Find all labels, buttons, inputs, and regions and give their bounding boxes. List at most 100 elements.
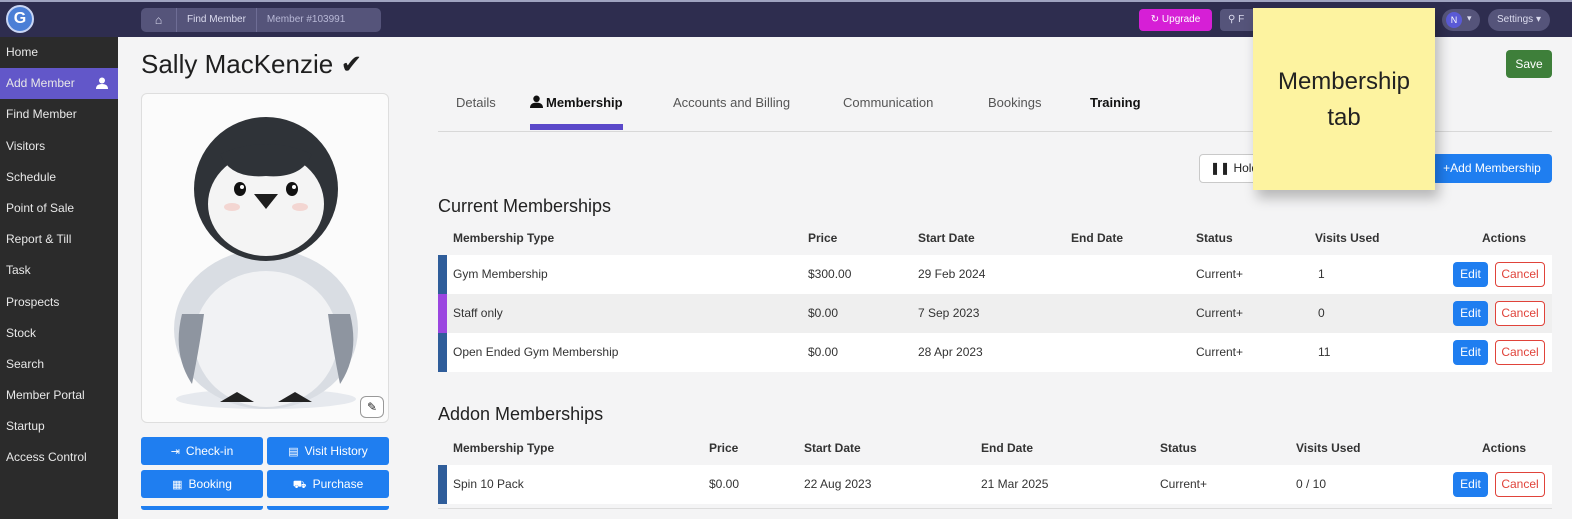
- refresh-icon: ↻: [1150, 14, 1160, 25]
- sidebar-item-task[interactable]: Task: [0, 255, 118, 286]
- home-icon[interactable]: ⌂: [141, 8, 177, 32]
- more-actions-strip[interactable]: [141, 506, 263, 510]
- edit-photo-button[interactable]: ✎: [360, 396, 384, 418]
- addon-memberships-header: Membership Type Price Start Date End Dat…: [438, 433, 1552, 465]
- sidebar-item-access-control[interactable]: Access Control: [0, 442, 118, 473]
- membership-price: $300.00: [808, 267, 852, 281]
- column-header: Membership Type: [453, 441, 555, 455]
- add-membership-button[interactable]: +Add Membership: [1432, 154, 1552, 183]
- sidebar-item-stock[interactable]: Stock: [0, 318, 118, 349]
- cancel-button[interactable]: Cancel: [1495, 472, 1545, 497]
- table-row: Gym Membership $300.00 29 Feb 2024 Curre…: [438, 255, 1552, 294]
- membership-status: Current+: [1160, 477, 1208, 491]
- column-header: Visits Used: [1315, 231, 1380, 245]
- chevron-down-icon: ▾: [1467, 13, 1472, 23]
- more-actions-strip[interactable]: [267, 506, 389, 510]
- purchase-label: Purchase: [312, 477, 364, 491]
- sidebar-item-home[interactable]: Home: [0, 37, 118, 68]
- cancel-button[interactable]: Cancel: [1495, 262, 1545, 287]
- membership-type: Gym Membership: [453, 267, 548, 281]
- tab-accounts-billing[interactable]: Accounts and Billing: [673, 95, 790, 110]
- sidebar: Home Add Member Find Member Visitors Sch…: [0, 37, 118, 519]
- settings-menu[interactable]: Settings ▾: [1488, 9, 1550, 31]
- current-memberships-title: Current Memberships: [438, 196, 612, 216]
- user-menu[interactable]: N ▾: [1442, 9, 1480, 31]
- table-row: Staff only $0.00 7 Sep 2023 Current+ 0 E…: [438, 294, 1552, 333]
- chevron-down-icon: ▾: [1535, 14, 1541, 25]
- column-header: Status: [1160, 441, 1197, 455]
- sidebar-item-schedule[interactable]: Schedule: [0, 162, 118, 193]
- sidebar-item-label: Add Member: [6, 76, 75, 91]
- membership-status: Current+: [1196, 306, 1244, 320]
- column-header: End Date: [981, 441, 1034, 455]
- column-header: Start Date: [804, 441, 861, 455]
- membership-status: Current+: [1196, 267, 1244, 281]
- cancel-button[interactable]: Cancel: [1495, 340, 1545, 365]
- pencil-icon: ✎: [366, 400, 378, 414]
- settings-label: Settings: [1497, 14, 1534, 25]
- row-color-stripe: [438, 465, 447, 504]
- member-name: Sally MacKenzie: [141, 49, 334, 79]
- sidebar-item-add-member[interactable]: Add Member: [0, 68, 118, 100]
- table-row: Spin 10 Pack $0.00 22 Aug 2023 21 Mar 20…: [438, 465, 1552, 504]
- column-header: Price: [709, 441, 739, 455]
- search-button[interactable]: ⚲ F: [1220, 9, 1256, 31]
- edit-button[interactable]: Edit: [1453, 301, 1488, 326]
- avatar: N: [1446, 12, 1462, 28]
- breadcrumb-find-member[interactable]: Find Member: [177, 8, 257, 32]
- edit-button[interactable]: Edit: [1453, 340, 1488, 365]
- pause-icon: ❚❚: [1210, 161, 1231, 175]
- membership-visits-used: 11: [1318, 345, 1331, 359]
- check-icon: ✔: [340, 49, 363, 79]
- user-icon: [530, 95, 543, 108]
- membership-visits-used: 0 / 10: [1296, 477, 1327, 491]
- sidebar-item-search[interactable]: Search: [0, 349, 118, 380]
- purchase-button[interactable]: ⛟ Purchase: [267, 470, 389, 498]
- checkin-button[interactable]: ⇥ Check-in: [141, 437, 263, 465]
- membership-price: $0.00: [808, 345, 839, 359]
- active-tab-indicator: [530, 124, 623, 130]
- divider: [438, 508, 1552, 509]
- tab-training[interactable]: Training: [1090, 95, 1141, 110]
- user-icon: [96, 77, 108, 90]
- breadcrumb: ⌂ Find Member Member #103991: [141, 8, 381, 32]
- sidebar-item-find-member[interactable]: Find Member: [0, 99, 118, 130]
- add-membership-label: Add Membership: [1450, 161, 1541, 175]
- member-photo: [141, 93, 389, 423]
- column-header: Visits Used: [1296, 441, 1361, 455]
- sidebar-item-point-of-sale[interactable]: Point of Sale: [0, 193, 118, 224]
- membership-visits-used: 0: [1318, 306, 1325, 320]
- membership-start-date: 29 Feb 2024: [918, 267, 986, 281]
- booking-button[interactable]: ▦ Booking: [141, 470, 263, 498]
- penguin-illustration: [174, 117, 358, 409]
- visit-history-button[interactable]: ▤ Visit History: [267, 437, 389, 465]
- sidebar-item-prospects[interactable]: Prospects: [0, 287, 118, 318]
- tab-bookings[interactable]: Bookings: [988, 95, 1041, 110]
- membership-price: $0.00: [709, 477, 740, 491]
- sidebar-item-visitors[interactable]: Visitors: [0, 131, 118, 162]
- column-header: Status: [1196, 231, 1233, 245]
- visit-history-label: Visit History: [304, 444, 368, 458]
- tab-communication[interactable]: Communication: [843, 95, 933, 110]
- tab-membership[interactable]: Membership: [530, 95, 623, 110]
- sidebar-item-report-till[interactable]: Report & Till: [0, 224, 118, 255]
- tab-details[interactable]: Details: [456, 95, 496, 110]
- edit-button[interactable]: Edit: [1453, 472, 1488, 497]
- membership-status: Current+: [1196, 345, 1244, 359]
- page-title: Sally MacKenzie ✔: [141, 49, 362, 80]
- save-button[interactable]: Save: [1506, 50, 1552, 78]
- app-logo[interactable]: G: [6, 5, 34, 33]
- membership-type: Open Ended Gym Membership: [453, 345, 619, 359]
- membership-start-date: 7 Sep 2023: [918, 306, 980, 320]
- sidebar-item-member-portal[interactable]: Member Portal: [0, 380, 118, 411]
- calendar-icon: ▦: [172, 479, 183, 491]
- upgrade-label: Upgrade: [1161, 14, 1201, 25]
- upgrade-button[interactable]: ↻ Upgrade: [1139, 9, 1212, 31]
- hold-button[interactable]: ❚❚ Hold I: [1199, 154, 1259, 183]
- sidebar-item-startup[interactable]: Startup: [0, 411, 118, 442]
- edit-button[interactable]: Edit: [1453, 262, 1488, 287]
- membership-visits-used: 1: [1318, 267, 1325, 281]
- cancel-button[interactable]: Cancel: [1495, 301, 1545, 326]
- tab-membership-label: Membership: [546, 95, 623, 110]
- row-color-stripe: [438, 294, 447, 333]
